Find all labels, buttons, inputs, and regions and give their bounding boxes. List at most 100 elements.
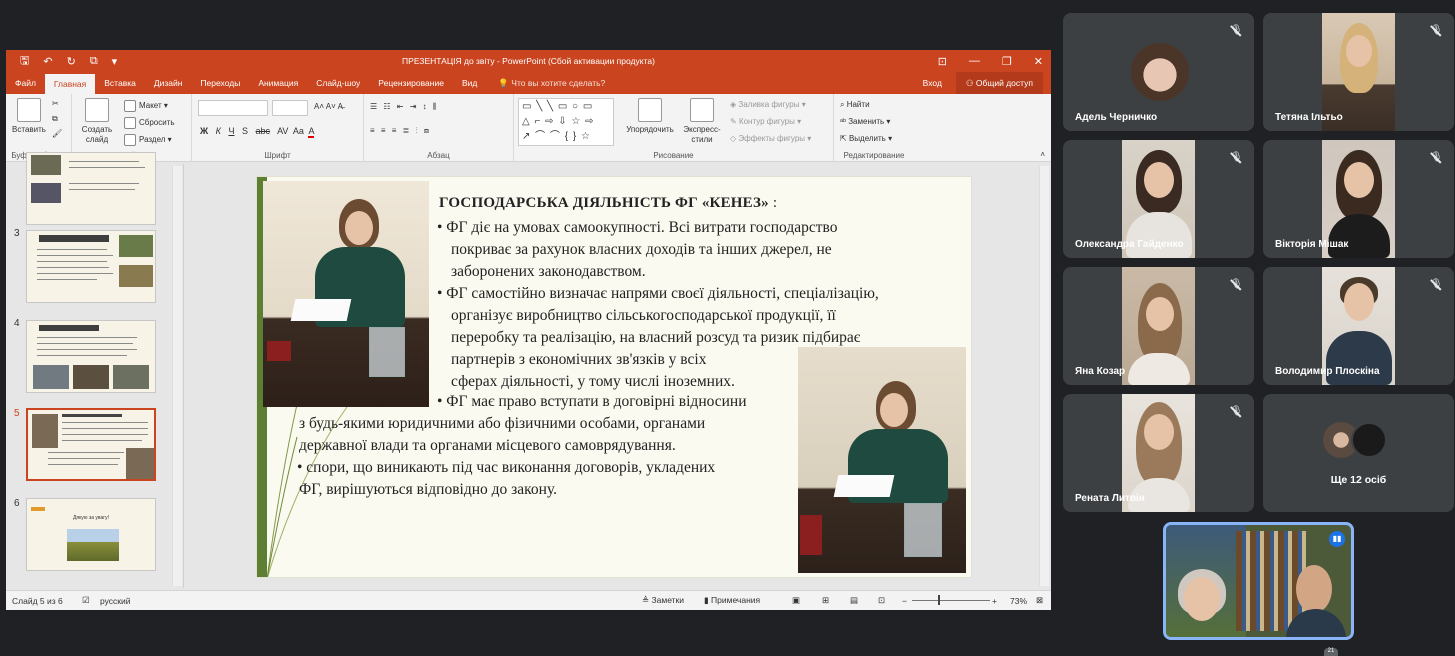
- tab-home[interactable]: Главная: [44, 74, 96, 94]
- new-slide-button[interactable]: Создать слайд: [78, 98, 116, 145]
- change-case-icon[interactable]: Aa: [293, 126, 304, 136]
- participant-tile[interactable]: 🎙 Адель Черничко: [1063, 13, 1254, 131]
- section-button[interactable]: Раздел ▾: [124, 134, 172, 146]
- shadow-button[interactable]: S: [242, 126, 248, 136]
- tab-file[interactable]: Файл: [6, 72, 45, 94]
- copy-icon[interactable]: ⧉: [52, 114, 58, 124]
- participant-name: Яна Козар: [1075, 366, 1126, 377]
- paste-button[interactable]: Вставить: [10, 98, 48, 135]
- slide-scrollbar[interactable]: [1039, 166, 1049, 586]
- more-participants-tile[interactable]: Ще 12 осіб: [1263, 394, 1454, 512]
- slide-title-text: ГОСПОДАРСЬКА ДІЯЛЬНІСТЬ ФГ «КЕНЕЗ»: [439, 195, 769, 211]
- self-view-tile[interactable]: ▮▮ Ви: [1163, 522, 1354, 640]
- reset-button[interactable]: Сбросить: [124, 117, 175, 129]
- thumb-text: [37, 355, 127, 356]
- thumbnail-slide-4[interactable]: [26, 320, 156, 393]
- format-painter-icon[interactable]: 🖌: [52, 129, 62, 138]
- font-name-dropdown[interactable]: [198, 100, 268, 116]
- maximize-icon[interactable]: ❐: [1002, 55, 1012, 68]
- fit-slide-icon[interactable]: ⊠: [1036, 595, 1043, 606]
- normal-view-icon[interactable]: ▣: [792, 595, 800, 606]
- spellcheck-icon[interactable]: ☑: [82, 595, 90, 606]
- thumbnail-slide-5[interactable]: [26, 408, 156, 481]
- grow-font-icon[interactable]: A˄ A˅ A̶: [314, 102, 343, 111]
- find-button[interactable]: ⌕ Найти: [840, 100, 870, 110]
- close-icon[interactable]: ✕: [1034, 55, 1043, 68]
- tab-transitions[interactable]: Переходы: [191, 72, 249, 94]
- shapes-gallery[interactable]: ▭ ╲ ╲ ▭ ○ ▭ △ ⌐ ⇨ ⇩ ☆ ⇨ ↗ ⌒ ⌒ { } ☆: [518, 98, 614, 146]
- participant-tile[interactable]: 🎙 Олександра Гайденко: [1063, 140, 1254, 258]
- zoom-slider[interactable]: [912, 600, 990, 601]
- shape-effects-button[interactable]: ◇ Эффекты фигуры ▾: [730, 134, 811, 143]
- thumb-text: [37, 349, 137, 350]
- quick-styles-button[interactable]: Экспресс-стили: [680, 98, 724, 145]
- bold-button[interactable]: Ж: [200, 126, 208, 136]
- shape-fill-button[interactable]: ◈ Заливка фигуры ▾: [730, 100, 806, 109]
- comments-button[interactable]: ▮ Примечания: [704, 595, 760, 606]
- thumb-text: [62, 440, 142, 441]
- reading-view-icon[interactable]: ▤: [850, 595, 858, 606]
- tab-insert[interactable]: Вставка: [95, 72, 145, 94]
- customize-toolbar-icon[interactable]: ▾: [112, 55, 118, 68]
- notes-button[interactable]: ≜ Заметки: [642, 595, 684, 606]
- font-color-icon[interactable]: A: [308, 126, 315, 138]
- thumbnail-slide-2[interactable]: [26, 152, 156, 225]
- slide-text-line: покриває за рахунок власних доходів та і…: [451, 241, 832, 258]
- reset-label: Сбросить: [139, 118, 175, 128]
- paste-label: Вставить: [12, 125, 46, 134]
- bullets-icon[interactable]: ☰ ☷ ⇤ ⇥ ↕ ⫼: [370, 102, 439, 112]
- tab-slideshow[interactable]: Слайд-шоу: [307, 72, 369, 94]
- zoom-slider-thumb[interactable]: [938, 595, 940, 605]
- tab-animations[interactable]: Анимация: [249, 72, 307, 94]
- strikethrough-button[interactable]: abc: [256, 126, 271, 136]
- share-button[interactable]: ⚇ Общий доступ: [955, 72, 1043, 94]
- select-button[interactable]: ⇱ Выделить ▾: [840, 134, 892, 143]
- align-icons[interactable]: ≡ ≡ ≡ ≣ ⫶ ⧈: [370, 126, 431, 136]
- shape-outline-button[interactable]: ✎ Контур фигуры ▾: [730, 117, 801, 126]
- tab-design[interactable]: Дизайн: [145, 72, 192, 94]
- participant-tile[interactable]: 🎙 Володимир Плоскіна: [1263, 267, 1454, 385]
- arrange-icon: [638, 98, 662, 122]
- participant-tile[interactable]: 🎙 Рената Литвін: [1063, 394, 1254, 512]
- char-spacing-icon[interactable]: AV: [277, 126, 288, 136]
- thumbnails-scrollbar[interactable]: [172, 166, 182, 586]
- font-label: Шрифт: [264, 151, 291, 160]
- ribbon-display-icon[interactable]: ⊡: [938, 55, 947, 68]
- drawing-label: Рисование: [653, 151, 694, 160]
- zoom-out-icon[interactable]: −: [902, 596, 907, 606]
- comment-icon: ▮: [704, 595, 712, 605]
- slideshow-view-icon[interactable]: ⊡: [878, 595, 885, 606]
- thumb-text: [37, 267, 109, 268]
- save-icon[interactable]: 🖫: [20, 52, 29, 71]
- photo-detail: [345, 211, 373, 245]
- thumbnail-slide-3[interactable]: [26, 230, 156, 303]
- arrange-button[interactable]: Упорядочить: [620, 98, 680, 135]
- italic-button[interactable]: К: [216, 126, 221, 136]
- signin-link[interactable]: Вход: [923, 78, 942, 88]
- zoom-in-icon[interactable]: +: [992, 596, 997, 606]
- cut-icon[interactable]: ✂: [52, 99, 59, 108]
- tell-me-box[interactable]: 💡 Что вы хотите сделать?: [486, 78, 605, 89]
- language-indicator[interactable]: русский: [100, 596, 131, 606]
- participant-tile[interactable]: 🎙 Тетяна Ільтьо: [1263, 13, 1454, 131]
- font-size-dropdown[interactable]: [272, 100, 308, 116]
- tab-view[interactable]: Вид: [453, 72, 486, 94]
- collapse-ribbon-icon[interactable]: ˄: [1040, 150, 1045, 159]
- undo-icon[interactable]: ↶: [43, 55, 52, 68]
- minimize-icon[interactable]: —: [969, 55, 980, 67]
- redo-icon[interactable]: ↻: [67, 55, 76, 68]
- start-slideshow-icon[interactable]: ⧉: [90, 55, 98, 68]
- current-slide[interactable]: ГОСПОДАРСЬКА ДІЯЛЬНІСТЬ ФГ «КЕНЕЗ» : • Ф…: [256, 176, 972, 578]
- slide-sorter-icon[interactable]: ⊞: [822, 595, 829, 606]
- tab-review[interactable]: Рецензирование: [369, 72, 453, 94]
- zoom-level[interactable]: 73%: [1010, 596, 1027, 606]
- thumb-image: [33, 365, 69, 389]
- slide-text-line: партнерів з економічних зв'язків у всіх: [451, 351, 707, 368]
- layout-button[interactable]: Макет ▾: [124, 100, 168, 112]
- underline-button[interactable]: Ч: [228, 126, 234, 136]
- replace-button[interactable]: ᵃᵇ Заменить ▾: [840, 117, 890, 126]
- participant-tile[interactable]: 🎙 Вікторія Мішак: [1263, 140, 1454, 258]
- window-controls: ⊡ — ❐ ✕: [938, 50, 1043, 72]
- thumbnail-slide-6[interactable]: Дякую за увагу!: [26, 498, 156, 571]
- participant-tile[interactable]: 🎙 Яна Козар: [1063, 267, 1254, 385]
